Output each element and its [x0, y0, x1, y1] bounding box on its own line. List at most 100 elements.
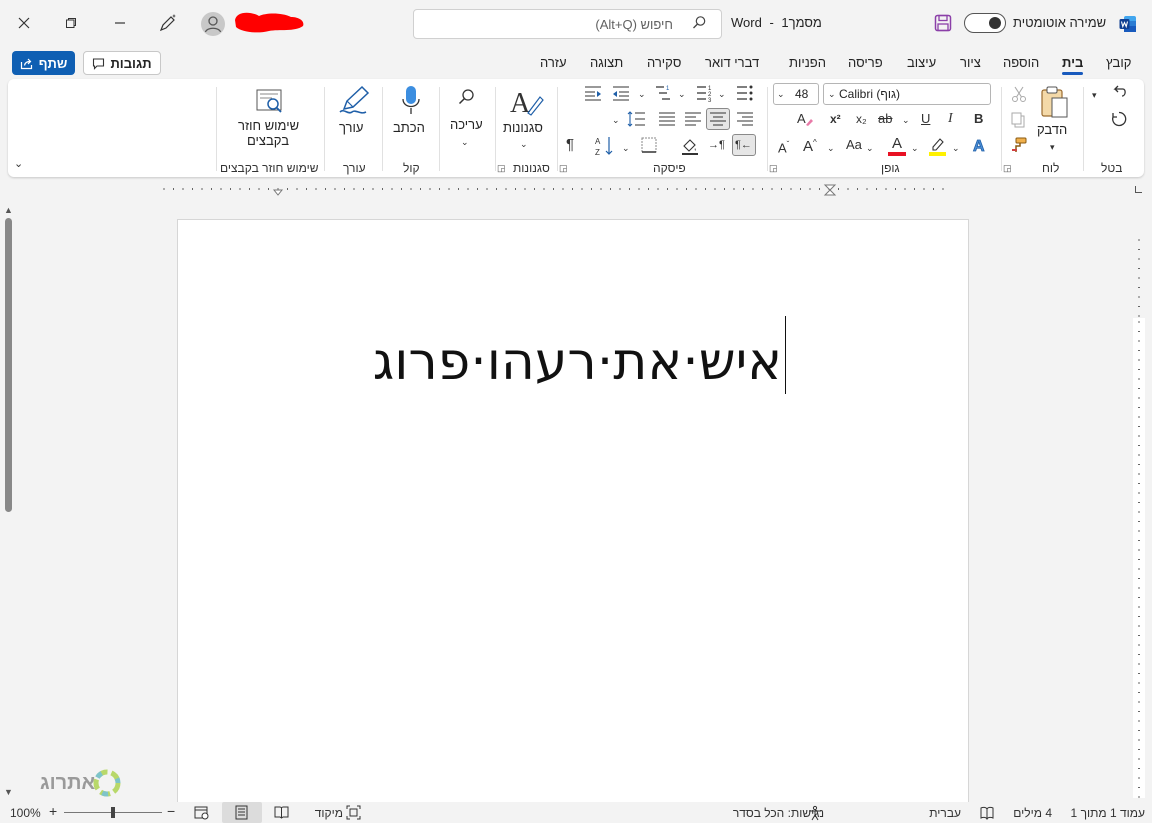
numbering-icon[interactable]: 123	[695, 84, 715, 102]
autosave-toggle[interactable]	[964, 13, 1006, 33]
paragraph-launcher-icon[interactable]: ◲	[559, 163, 568, 174]
print-layout-button[interactable]	[222, 802, 262, 823]
align-center-button[interactable]	[706, 108, 730, 130]
editor-button[interactable]: עורך	[332, 83, 376, 153]
clipboard-launcher-icon[interactable]: ◲	[1003, 163, 1012, 174]
minimize-button[interactable]	[105, 8, 135, 38]
bullets-icon[interactable]	[735, 84, 755, 102]
proofing-book-icon[interactable]	[980, 806, 994, 820]
grow-font-icon[interactable]: A^	[803, 134, 817, 156]
reuse-files-button[interactable]: שימוש חוזר בקבצים	[230, 83, 308, 155]
ltr-paragraph-icon[interactable]: →¶	[708, 136, 725, 154]
font-name-combo[interactable]: ⌄ Calibri (גוף)	[823, 83, 991, 105]
collapse-ribbon-icon[interactable]: ⌄	[14, 155, 23, 173]
ruler-toggle-icon[interactable]	[1135, 186, 1142, 193]
bold-button[interactable]: B	[974, 110, 983, 128]
copy-icon[interactable]	[1010, 111, 1028, 129]
align-right-icon[interactable]	[735, 110, 755, 128]
sort-icon[interactable]: AZ	[594, 135, 614, 157]
strikethrough-button[interactable]: ab	[878, 110, 892, 128]
read-mode-icon[interactable]	[274, 805, 289, 820]
tab-references[interactable]: הפניות	[789, 55, 826, 70]
focus-mode-label[interactable]: מיקוד	[315, 806, 343, 820]
horizontal-ruler[interactable]	[160, 182, 948, 196]
font-color-button[interactable]: A	[887, 134, 907, 156]
font-color-dropdown-icon[interactable]: ⌄	[911, 139, 919, 157]
indent-marker-icon[interactable]	[823, 184, 837, 196]
undo-dropdown-icon[interactable]: ▾	[1092, 86, 1097, 104]
tab-file[interactable]: קובץ	[1106, 55, 1131, 70]
share-button[interactable]: שתף	[12, 51, 75, 75]
search-input[interactable]: חיפוש (Alt+Q)	[413, 9, 722, 39]
undo-icon[interactable]	[1110, 84, 1128, 102]
show-formatting-marks-icon[interactable]: ¶	[566, 136, 574, 154]
rtl-direction-button[interactable]: ¶←	[732, 134, 756, 156]
superscript-button[interactable]: x²	[830, 110, 841, 128]
subscript-button[interactable]: x₂	[856, 110, 867, 128]
designer-pen-button[interactable]	[158, 13, 178, 33]
line-spacing-icon[interactable]	[627, 110, 647, 128]
zoom-percent[interactable]: 100%	[10, 806, 41, 820]
tab-home[interactable]: בית	[1062, 55, 1084, 75]
document-page[interactable]: איש·את·רעהו·פרוג	[177, 219, 969, 819]
tab-insert[interactable]: הוספה	[1003, 55, 1039, 70]
increase-indent-icon[interactable]	[583, 84, 603, 102]
tab-draw[interactable]: ציור	[960, 55, 981, 70]
zoom-out-button[interactable]: −	[167, 803, 175, 819]
dictate-button[interactable]: הכתב	[390, 83, 432, 153]
grow-font-dropdown-icon[interactable]: ⌄	[827, 139, 835, 157]
font-size-combo[interactable]: ⌄ 48	[773, 83, 819, 105]
left-indent-marker-icon[interactable]	[272, 189, 284, 196]
web-layout-icon[interactable]	[194, 805, 209, 820]
borders-dropdown-icon[interactable]: ⌄	[622, 139, 630, 157]
zoom-slider-thumb[interactable]	[111, 807, 115, 818]
decrease-indent-icon[interactable]	[611, 84, 631, 102]
multilevel-dropdown-icon[interactable]: ⌄	[638, 85, 646, 103]
format-painter-icon[interactable]	[1010, 136, 1028, 154]
styles-launcher-icon[interactable]: ◲	[497, 163, 506, 174]
paste-button[interactable]: הדבק ▾	[1034, 83, 1076, 153]
bullets-dropdown-icon[interactable]: ⌄	[718, 85, 726, 103]
word-count[interactable]: 4 מילים	[1013, 806, 1052, 820]
redo-icon[interactable]	[1110, 110, 1128, 128]
tab-review[interactable]: סקירה	[647, 55, 681, 70]
change-case-button[interactable]: Aa	[846, 136, 862, 154]
align-left-icon[interactable]	[683, 110, 703, 128]
comments-button[interactable]: תגובות	[83, 51, 161, 75]
text-effects-icon[interactable]: A	[971, 136, 989, 156]
line-spacing-dropdown-icon[interactable]: ⌄	[612, 111, 620, 129]
tab-help[interactable]: עזרה	[540, 55, 567, 70]
cut-icon[interactable]	[1010, 85, 1028, 103]
italic-button[interactable]: I	[948, 110, 953, 128]
save-icon[interactable]	[934, 14, 952, 32]
tab-mailings[interactable]: דברי דואר	[705, 55, 759, 70]
styles-button[interactable]: A סגנונות ⌄	[502, 83, 550, 155]
numbering-dropdown-icon[interactable]: ⌄	[678, 85, 686, 103]
multilevel-list-icon[interactable]: 1	[654, 84, 674, 102]
page-count[interactable]: עמוד 1 מתוך 1	[1071, 806, 1145, 820]
font-launcher-icon[interactable]: ◲	[769, 163, 778, 174]
scroll-down-icon[interactable]: ▼	[4, 787, 13, 797]
tab-design[interactable]: עיצוב	[907, 55, 936, 70]
zoom-in-button[interactable]: +	[49, 803, 57, 819]
tab-view[interactable]: תצוגה	[590, 55, 623, 70]
scroll-up-icon[interactable]: ▲	[4, 205, 13, 215]
highlight-dropdown-icon[interactable]: ⌄	[952, 139, 960, 157]
underline-button[interactable]: U	[921, 110, 930, 128]
highlight-icon[interactable]	[928, 135, 948, 157]
shrink-font-icon[interactable]: Aˇ	[778, 136, 789, 157]
change-case-dropdown-icon[interactable]: ⌄	[866, 139, 874, 157]
borders-icon[interactable]	[640, 136, 658, 154]
document-body-text[interactable]: איש·את·רעהו·פרוג	[373, 332, 782, 392]
account-avatar[interactable]	[201, 12, 225, 36]
language-indicator[interactable]: עברית	[929, 806, 961, 820]
underline-dropdown-icon[interactable]: ⌄	[902, 111, 910, 129]
vertical-ruler[interactable]	[1133, 238, 1145, 798]
scrollbar-thumb[interactable]	[5, 218, 12, 512]
editing-button[interactable]: עריכה ⌄	[445, 83, 489, 153]
focus-mode-icon[interactable]	[346, 805, 361, 820]
zoom-slider[interactable]	[64, 807, 162, 818]
clear-formatting-icon[interactable]: A	[796, 110, 814, 128]
shading-icon[interactable]	[680, 136, 700, 156]
close-button[interactable]	[9, 8, 39, 38]
